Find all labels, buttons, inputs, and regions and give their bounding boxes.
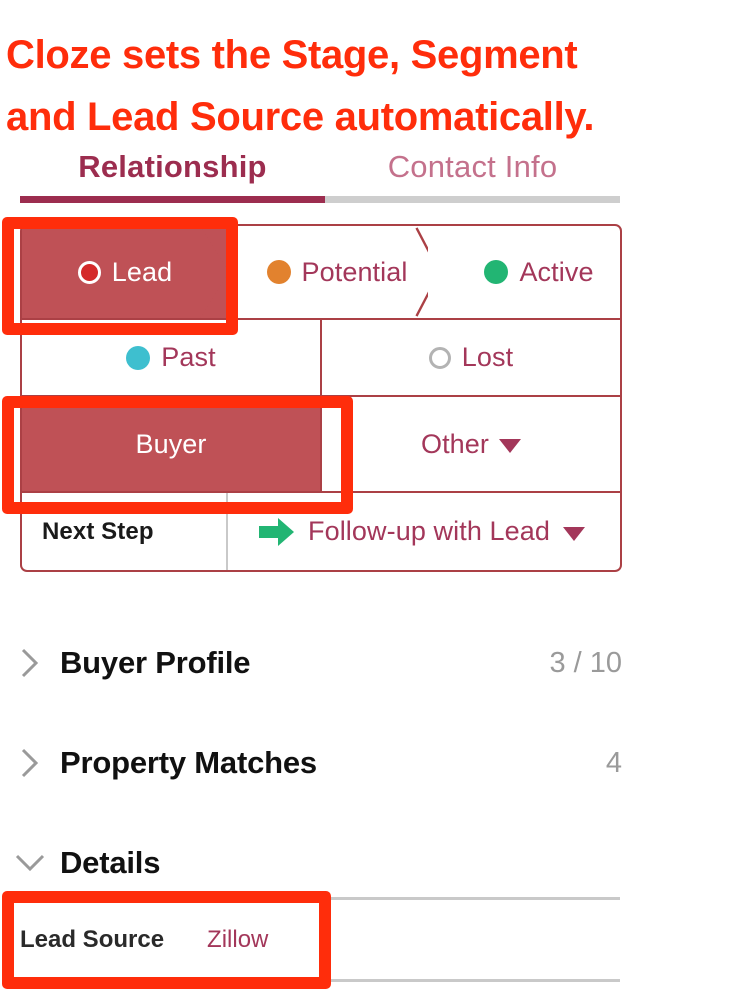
- annotation-headline-line2: and Lead Source automatically.: [6, 95, 595, 139]
- annotation-headline-line1: Cloze sets the Stage, Segment: [6, 33, 578, 77]
- orange-dot-icon: [266, 260, 291, 284]
- relationship-panel: Lead Potential Active Past Lost Buyer Ot…: [20, 224, 622, 572]
- chevron-right-icon: [0, 647, 60, 679]
- teal-dot-icon: [126, 345, 151, 370]
- stage-option-past[interactable]: Past: [22, 320, 322, 395]
- segment-option-other[interactable]: Other: [322, 397, 620, 491]
- stage-option-lost-label: Lost: [461, 342, 514, 372]
- red-ring-dot-icon: [77, 260, 101, 284]
- chevron-down-icon: [563, 526, 586, 541]
- chevron-right-icon: [0, 747, 60, 779]
- stage-option-lead[interactable]: Lead: [22, 226, 228, 318]
- segment-option-other-label: Other: [420, 428, 490, 459]
- section-property-matches-title: Property Matches: [60, 745, 317, 780]
- stage-option-potential[interactable]: Potential: [228, 226, 428, 318]
- section-details-title: Details: [60, 845, 161, 880]
- tab-relationship[interactable]: Relationship: [20, 144, 325, 190]
- section-details[interactable]: Details: [0, 836, 738, 890]
- chevron-down-icon: [0, 853, 60, 873]
- stage-row-secondary: Past Lost: [20, 320, 622, 397]
- next-step-value-button[interactable]: Follow-up with Lead: [228, 493, 620, 570]
- tab-bar: Relationship Contact Info: [20, 144, 620, 206]
- chevron-separator-icon: [415, 227, 428, 317]
- section-buyer-profile-title: Buyer Profile: [60, 645, 251, 680]
- segment-row: Buyer Other: [20, 397, 622, 493]
- chevron-down-icon: [499, 439, 522, 453]
- details-divider-bottom: [20, 979, 620, 982]
- stage-option-past-label: Past: [161, 342, 216, 372]
- segment-option-buyer[interactable]: Buyer: [22, 397, 322, 491]
- tab-active-underline: [20, 196, 325, 203]
- stage-option-lost[interactable]: Lost: [322, 320, 620, 395]
- app-screen: Cloze sets the Stage, Segment and Lead S…: [0, 0, 738, 998]
- stage-option-potential-label: Potential: [301, 256, 408, 287]
- tab-contact-info[interactable]: Contact Info: [325, 144, 620, 190]
- segment-option-buyer-label: Buyer: [135, 428, 207, 459]
- detail-value-lead-source[interactable]: Zillow: [207, 926, 268, 954]
- next-step-label: Next Step: [22, 493, 228, 570]
- detail-label-lead-source: Lead Source: [20, 925, 165, 953]
- next-step-value-label: Follow-up with Lead: [308, 516, 551, 546]
- section-property-matches[interactable]: Property Matches 4: [0, 736, 738, 790]
- section-property-matches-count: 4: [605, 746, 622, 779]
- green-arrow-right-icon: [259, 517, 294, 546]
- stage-option-active-label: Active: [519, 256, 594, 287]
- stage-row-primary: Lead Potential Active: [20, 224, 622, 320]
- hollow-gray-dot-icon: [428, 346, 451, 369]
- next-step-row: Next Step Follow-up with Lead: [20, 493, 622, 572]
- stage-option-lead-label: Lead: [111, 256, 173, 287]
- stage-option-active[interactable]: Active: [428, 226, 620, 318]
- green-dot-icon: [484, 260, 509, 284]
- tab-inactive-underline: [325, 196, 620, 203]
- section-buyer-profile-count: 3 / 10: [549, 646, 622, 679]
- section-buyer-profile[interactable]: Buyer Profile 3 / 10: [0, 636, 738, 690]
- annotation-headline: Cloze sets the Stage, Segment and Lead S…: [6, 24, 706, 148]
- detail-row-lead-source[interactable]: Lead Source Zillow: [20, 900, 620, 979]
